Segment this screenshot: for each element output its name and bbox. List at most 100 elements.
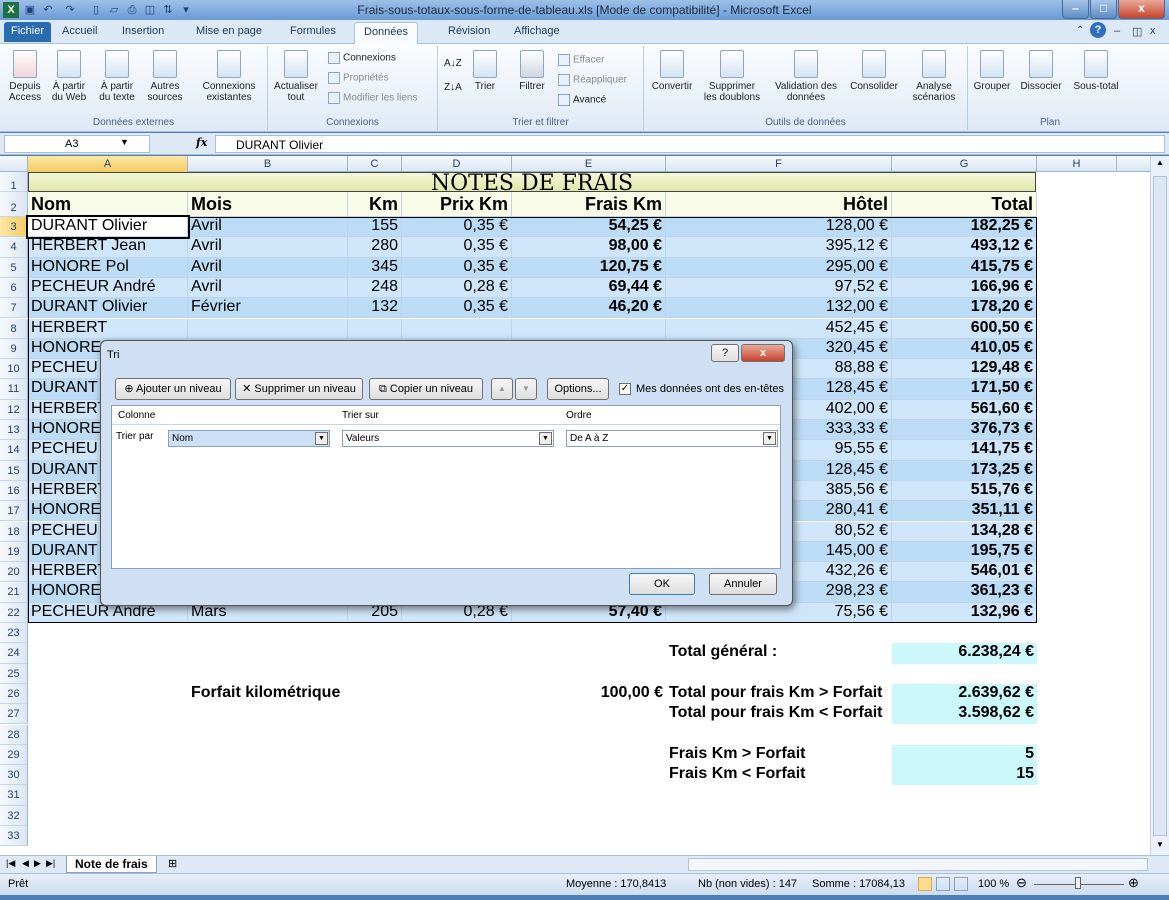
row-header[interactable]: 19 xyxy=(0,541,28,563)
zoom-thumb[interactable] xyxy=(1075,877,1081,889)
sort-za-icon[interactable]: Z↓A xyxy=(444,82,462,93)
table-cell[interactable]: Avril xyxy=(188,277,348,299)
analyse-button[interactable]: Analyse scénarios xyxy=(906,50,962,103)
table-cell[interactable]: 155 xyxy=(348,217,402,238)
table-cell[interactable]: Avril xyxy=(188,257,348,278)
tab-insertion[interactable]: Insertion xyxy=(122,25,164,37)
column-header-b[interactable]: B xyxy=(188,156,348,172)
sheet-tab-note-de-frais[interactable]: Note de frais xyxy=(66,856,157,873)
table-cell[interactable]: 415,75 € xyxy=(892,257,1037,278)
connexions-existantes-button[interactable]: Connexions existantes xyxy=(196,50,262,103)
chevron-down-icon[interactable]: ▼ xyxy=(539,432,552,445)
headers-checkbox[interactable]: ✓ xyxy=(619,383,631,395)
table-cell[interactable]: DURANT Olivier xyxy=(26,214,190,240)
table-cell[interactable]: 171,50 € xyxy=(892,379,1037,400)
doc-restore-icon[interactable]: ◫ xyxy=(1132,25,1142,38)
partir-texte-button[interactable]: À partir du texte xyxy=(94,50,140,103)
table-cell[interactable]: 54,25 € xyxy=(512,217,666,238)
move-down-button[interactable]: ▼ xyxy=(515,378,537,400)
table-cell[interactable]: 178,20 € xyxy=(892,298,1037,319)
chevron-down-icon[interactable]: ▼ xyxy=(763,432,776,445)
ok-button[interactable]: OK xyxy=(629,573,695,595)
supprimer-doublons-button[interactable]: Supprimer les doublons xyxy=(702,50,762,103)
connexions-button[interactable]: Connexions xyxy=(328,52,396,64)
table-cell[interactable]: 410,05 € xyxy=(892,338,1037,360)
row-header[interactable]: 26 xyxy=(0,683,28,705)
row-header[interactable]: 25 xyxy=(0,663,28,684)
row-header[interactable]: 6 xyxy=(0,277,28,299)
table-cell[interactable] xyxy=(188,318,348,339)
table-cell[interactable] xyxy=(512,318,666,339)
trier-button[interactable]: Trier xyxy=(470,50,500,92)
reappliquer-button[interactable]: Réappliquer xyxy=(558,74,627,86)
row-header[interactable]: 21 xyxy=(0,582,28,603)
table-cell[interactable]: 129,48 € xyxy=(892,359,1037,380)
sort-az-icon[interactable]: A↓Z xyxy=(444,58,462,69)
table-cell[interactable]: HERBERT Jean xyxy=(28,237,188,258)
table-cell[interactable]: 0,35 € xyxy=(402,237,512,258)
zoom-level[interactable]: 100 % xyxy=(978,878,1009,890)
table-cell[interactable]: HONORE Pol xyxy=(28,257,188,278)
tab-affichage[interactable]: Affichage xyxy=(514,25,560,37)
filtrer-button[interactable]: Filtrer xyxy=(514,50,550,92)
table-cell[interactable]: 98,00 € xyxy=(512,237,666,258)
sous-total-button[interactable]: Sous-total xyxy=(1068,50,1124,92)
tab-accueil[interactable]: Accueil xyxy=(62,25,97,37)
scroll-down-icon[interactable]: ▼ xyxy=(1153,840,1167,854)
copy-level-button[interactable]: ⧉ Copier un niveau xyxy=(369,378,483,400)
row-header[interactable]: 8 xyxy=(0,318,28,339)
table-cell[interactable]: 69,44 € xyxy=(512,277,666,299)
effacer-button[interactable]: Effacer xyxy=(558,54,605,66)
row-header[interactable]: 10 xyxy=(0,359,28,380)
trier-sur-select[interactable]: Valeurs ▼ xyxy=(342,430,554,447)
annuler-button[interactable]: Annuler xyxy=(709,573,777,595)
row-header[interactable]: 12 xyxy=(0,399,28,420)
convertir-button[interactable]: Convertir xyxy=(648,50,696,92)
table-cell[interactable] xyxy=(402,318,512,339)
table-cell[interactable]: 361,23 € xyxy=(892,582,1037,603)
zoom-out-icon[interactable]: ⊖ xyxy=(1016,875,1027,891)
row-header[interactable]: 15 xyxy=(0,460,28,481)
dialog-help-button[interactable]: ? xyxy=(711,344,739,362)
row-header[interactable]: 27 xyxy=(0,704,28,725)
column-header-f[interactable]: F xyxy=(666,156,892,172)
table-cell[interactable] xyxy=(348,318,402,339)
name-box-dropdown-icon[interactable]: ▼ xyxy=(120,137,129,147)
table-cell[interactable]: 0,35 € xyxy=(402,298,512,319)
add-level-button[interactable]: ⊕ Ajouter un niveau xyxy=(115,378,231,400)
table-cell[interactable]: HERBERT xyxy=(28,318,188,339)
row-header[interactable]: 30 xyxy=(0,765,28,786)
row-header[interactable]: 3 xyxy=(0,217,28,238)
table-cell[interactable]: 351,11 € xyxy=(892,501,1037,522)
tab-mise-en-page[interactable]: Mise en page xyxy=(196,25,262,37)
tab-revision[interactable]: Révision xyxy=(448,25,490,37)
table-cell[interactable]: 493,12 € xyxy=(892,237,1037,258)
zoom-in-icon[interactable]: ⊕ xyxy=(1128,875,1139,891)
row-header[interactable]: 5 xyxy=(0,257,28,278)
table-cell[interactable]: 120,75 € xyxy=(512,257,666,278)
maximize-button[interactable]: □ xyxy=(1090,0,1117,19)
table-cell[interactable]: 46,20 € xyxy=(512,298,666,319)
table-cell[interactable]: 132,00 € xyxy=(666,298,892,319)
row-header[interactable]: 24 xyxy=(0,643,28,664)
row-header[interactable]: 18 xyxy=(0,521,28,542)
normal-view-icon[interactable] xyxy=(918,877,932,891)
ribbon-minimize-icon[interactable]: ⌃ xyxy=(1076,25,1084,36)
table-cell[interactable]: 97,52 € xyxy=(666,277,892,299)
actualiser-tout-button[interactable]: Actualiser tout xyxy=(272,50,320,103)
page-break-view-icon[interactable] xyxy=(954,877,968,891)
scroll-thumb[interactable] xyxy=(1153,176,1167,836)
validation-button[interactable]: Validation des données xyxy=(768,50,844,103)
formula-input[interactable]: DURANT Olivier xyxy=(215,135,1165,153)
row-header[interactable]: 1 xyxy=(0,172,28,192)
chevron-down-icon[interactable]: ▼ xyxy=(315,432,328,445)
doc-minimize-icon[interactable]: – xyxy=(1114,25,1120,37)
table-cell[interactable]: 600,50 € xyxy=(892,318,1037,339)
row-header[interactable]: 11 xyxy=(0,379,28,400)
colonne-select[interactable]: Nom ▼ xyxy=(168,430,330,447)
table-cell[interactable]: Février xyxy=(188,298,348,319)
insert-sheet-icon[interactable]: ⊞ xyxy=(168,857,177,870)
column-header-e[interactable]: E xyxy=(512,156,666,172)
table-cell[interactable]: 376,73 € xyxy=(892,420,1037,441)
delete-level-button[interactable]: ✕ Supprimer un niveau xyxy=(235,378,363,400)
